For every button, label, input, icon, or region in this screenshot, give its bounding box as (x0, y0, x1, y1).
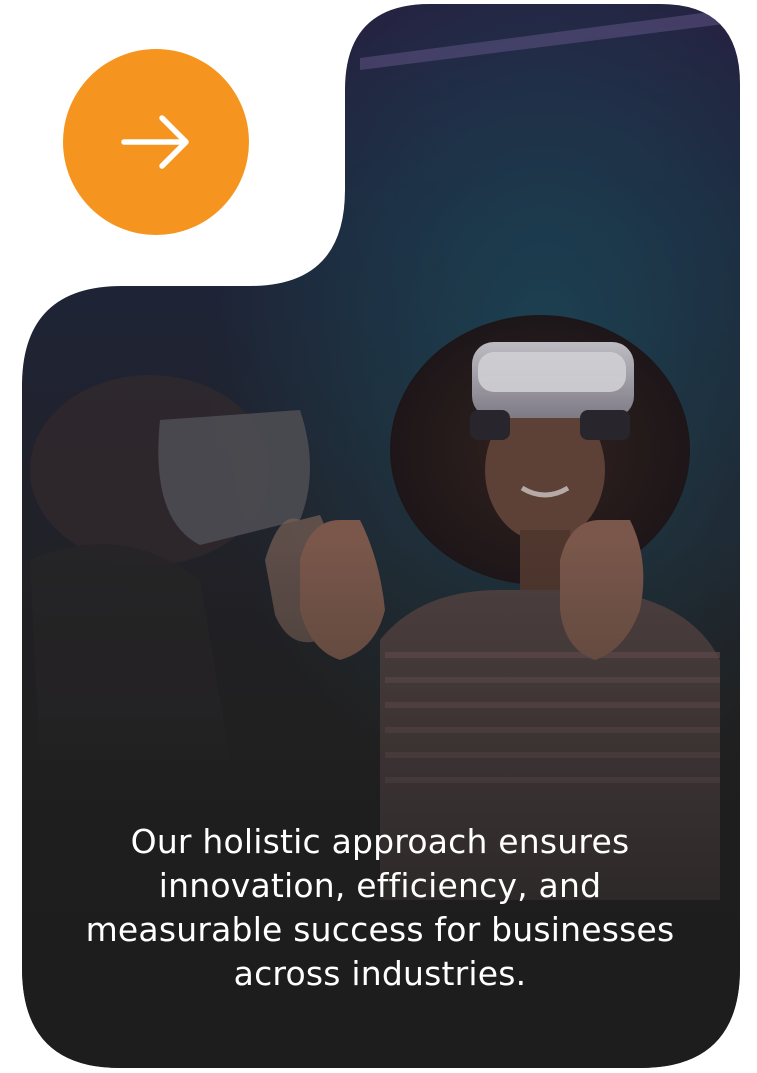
arrow-right-icon (121, 115, 189, 169)
arrow-button[interactable] (63, 49, 249, 235)
card-caption: Our holistic approach ensures innovation… (85, 822, 675, 993)
feature-card: Our holistic approach ensures innovation… (0, 0, 757, 1073)
